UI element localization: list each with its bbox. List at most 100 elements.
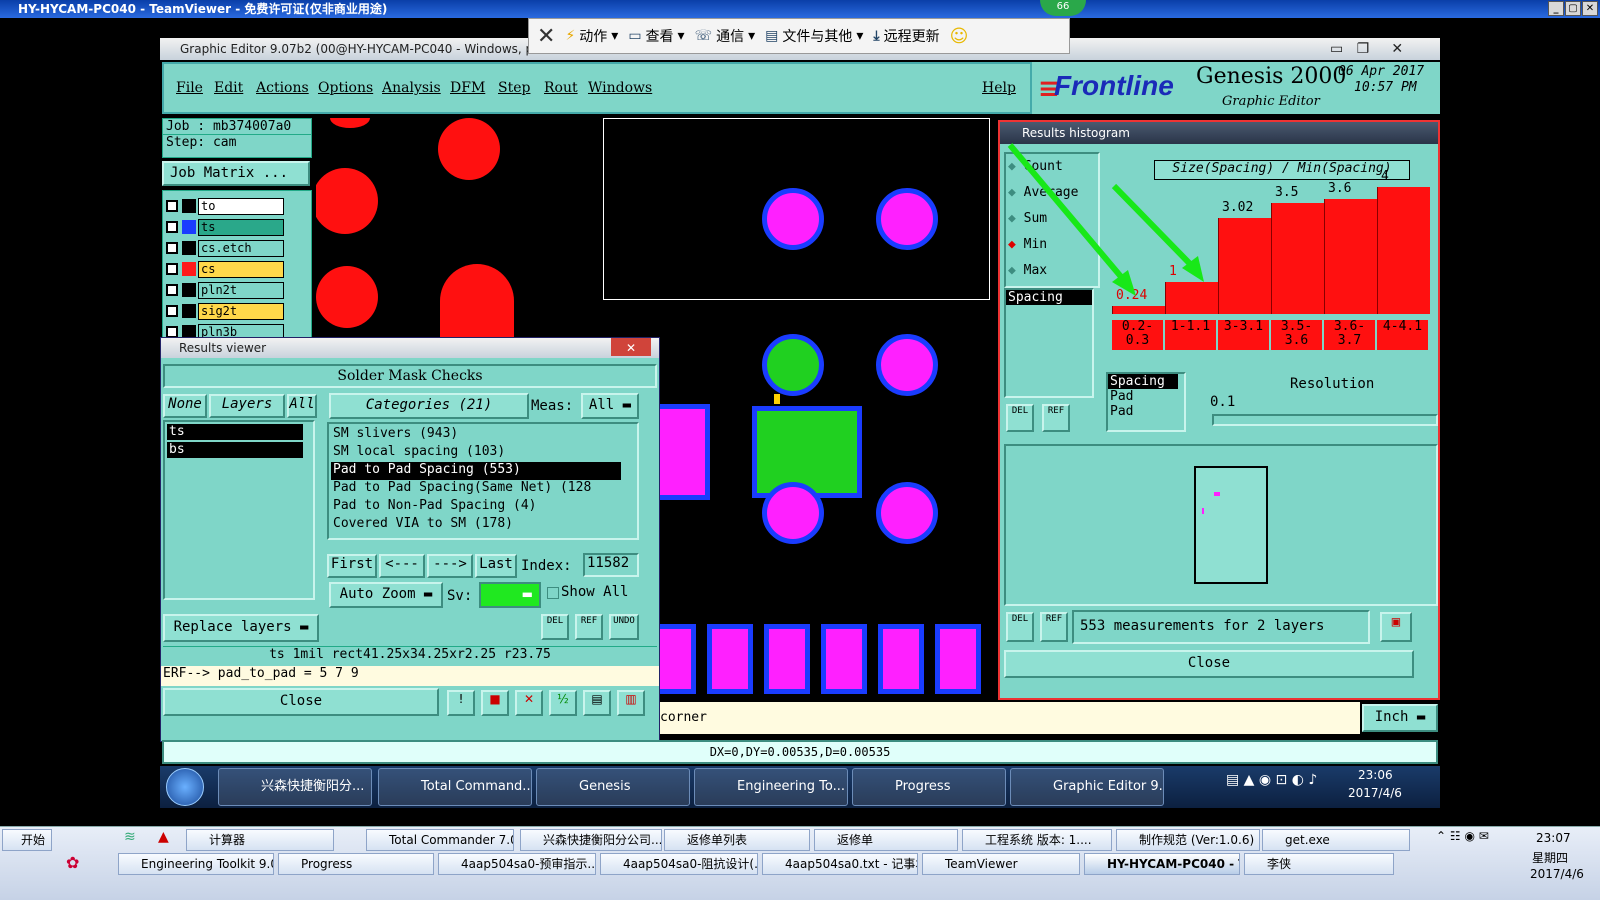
layer-checkbox[interactable] [166,305,178,317]
layer-row[interactable]: pln2t [166,282,286,299]
taskbar-button[interactable]: Total Command... [378,768,532,806]
sv-color-select[interactable]: ▬ [479,582,541,608]
taskbar-button[interactable]: 兴森快捷衡阳分... [218,768,372,806]
taskbar-button[interactable]: 返修单列表 [664,829,810,851]
stat-option[interactable]: ◆ Count [1006,154,1098,180]
layer-checkbox[interactable] [166,200,178,212]
field-list[interactable]: Spacing [1004,288,1094,398]
last-button[interactable]: Last [475,554,517,578]
menu-dfm[interactable]: DFM [450,80,485,96]
radio-icon[interactable]: ◆ [1008,185,1016,200]
histogram-bar[interactable] [1377,187,1430,314]
taskbar-button[interactable]: 计算器 [186,829,334,851]
menu-actions[interactable]: Actions [256,80,309,96]
menu-rout[interactable]: Rout [544,80,578,96]
undo-button[interactable]: UNDO [609,614,639,640]
del-button[interactable]: DEL [1006,404,1034,432]
taskbar-button[interactable]: TeamViewer [922,853,1080,875]
list-item[interactable]: Pad to Pad Spacing (553) [331,462,621,480]
categories-button[interactable]: Categories (21) [329,393,529,419]
unit-select[interactable]: Inch ▬ [1362,704,1438,732]
menu-help[interactable]: Help [982,80,1016,96]
menu-analysis[interactable]: Analysis [382,80,441,96]
quicklaunch-icon[interactable]: ≋ [124,829,136,845]
all-button[interactable]: All [287,394,317,418]
stat-option[interactable]: ◆ Max [1006,258,1098,284]
histogram-bar[interactable] [1218,218,1271,314]
layer-name[interactable]: pln2t [198,282,284,299]
field-list-2[interactable]: Spacing Pad Pad [1106,372,1186,432]
stat-option[interactable]: ◆ Average [1006,180,1098,206]
quicklaunch-icon[interactable]: ▲ [158,829,169,845]
tray-icons[interactable]: ⌃ ☷ ◉ ✉ [1436,829,1489,843]
list-item[interactable]: SM slivers (943) [331,426,621,444]
taskbar-button[interactable]: 4aap504sa0-阻抗设计(... [600,853,758,875]
close-icon[interactable]: ✕ [611,338,651,356]
minimize-button[interactable]: _ [1548,1,1564,16]
sequence-icon[interactable]: ½ [549,690,577,716]
layer-row[interactable]: cs.etch [166,240,286,257]
layer-name[interactable]: sig2t [198,303,284,320]
radio-icon[interactable]: ◆ [1008,211,1016,226]
close-button[interactable]: Close [163,688,439,716]
cancel-icon[interactable]: ✕ [515,690,543,716]
index-input[interactable]: 11582 [583,553,639,577]
list-item[interactable]: bs [167,442,303,458]
list-item[interactable]: SM local spacing (103) [331,444,621,462]
prev-button[interactable]: <--- [379,554,425,578]
ref-button[interactable]: REF [575,614,603,640]
histogram-bar[interactable] [1324,199,1377,314]
histogram-chart[interactable]: Size(Spacing) / Min(Spacing) 0.24 0.2-0.3… [1108,152,1438,366]
taskbar-button[interactable]: Engineering Toolkit 9.07... [118,853,274,875]
layer-row[interactable]: cs [166,261,286,278]
taskbar-button[interactable]: Progress [852,768,1006,806]
start-orb-icon[interactable] [166,768,204,806]
none-button[interactable]: None [163,394,207,418]
first-button[interactable]: First [327,554,377,578]
histogram-bar[interactable] [1271,203,1324,314]
taskbar-button[interactable]: 返修单 [814,829,958,851]
smiley-icon[interactable]: ☺ [950,26,969,47]
layer-name[interactable]: ts [198,219,284,236]
stop-icon[interactable]: ■ [481,690,509,716]
menu-step[interactable]: Step [498,80,530,96]
list-item[interactable]: Pad [1108,404,1184,419]
taskbar-button[interactable]: Total Commander 7.0 ... [366,829,514,851]
radio-icon[interactable]: ◆ [1008,237,1016,252]
layer-name[interactable]: to [198,198,284,215]
taskbar-button[interactable]: HY-HYCAM-PC040 - T... [1084,853,1240,875]
show-all-checkbox[interactable] [547,587,559,599]
layer-checkbox[interactable] [166,263,178,275]
taskbar-button[interactable]: Genesis [536,768,690,806]
next-button[interactable]: ---> [427,554,473,578]
category-list[interactable]: SM slivers (943) SM local spacing (103) Pa… [327,422,639,540]
histogram-icon[interactable]: ▥ [617,690,645,716]
menu-windows[interactable]: Windows [588,80,652,96]
close-toolbar-icon[interactable]: ✕ [537,24,555,49]
ref-button-2[interactable]: REF [1040,612,1068,642]
job-matrix-button[interactable]: Job Matrix ... [162,161,310,186]
list-item[interactable]: Pad [1108,389,1184,404]
layer-row[interactable]: to [166,198,286,215]
taskbar-button[interactable]: Engineering To... [694,768,848,806]
taskbar-button[interactable]: 4aap504sa0-预审指示... [438,853,596,875]
stat-option[interactable]: ◆ Sum [1006,206,1098,232]
layer-name[interactable]: cs [198,261,284,278]
layer-checkbox[interactable] [166,284,178,296]
preview-pane[interactable] [1004,444,1438,606]
menu-edit[interactable]: Edit [214,80,243,96]
report-icon[interactable]: ▤ [583,690,611,716]
taskbar-button[interactable]: Graphic Editor 9... [1010,768,1164,806]
meas-select[interactable]: All ▬ [581,393,639,419]
histogram-bar[interactable] [1165,282,1218,314]
radio-icon[interactable]: ◆ [1008,263,1016,278]
list-item[interactable]: Covered VIA to SM (178) [331,516,621,534]
layer-row[interactable]: ts [166,219,286,236]
view-menu[interactable]: ▭ 查看 ▾ [628,26,684,46]
taskbar-button[interactable]: get.exe [1262,829,1410,851]
maximize-button[interactable]: ▢ [1565,1,1581,16]
layer-name[interactable]: cs.etch [198,240,284,257]
layer-checkbox[interactable] [166,242,178,254]
layer-results-list[interactable]: ts bs [163,420,315,600]
files-menu[interactable]: ▤ 文件与其他 ▾ [765,26,863,46]
